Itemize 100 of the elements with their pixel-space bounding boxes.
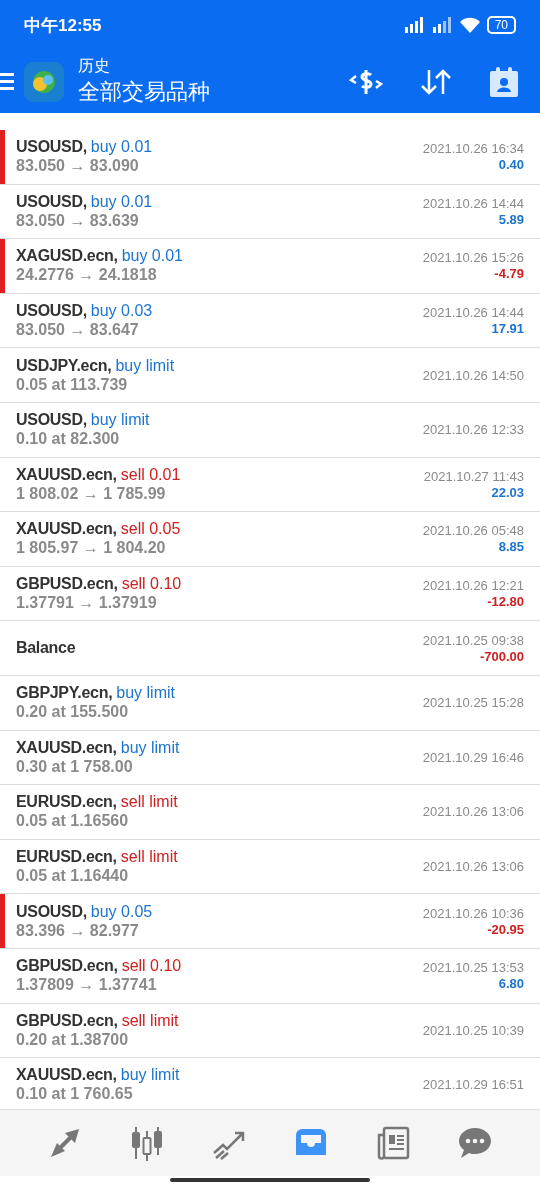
menu-icon[interactable]	[0, 70, 14, 93]
order-row[interactable]: USOUSD, buy 0.01 83.050 → 83.090 2021.10.26 16:34 0.40	[0, 130, 540, 185]
order-date: 2021.10.29 16:46	[422, 749, 524, 765]
order-row[interactable]: USOUSD, buy 0.05 83.396 → 82.977 2021.10.26 10:36 -20.95	[0, 894, 540, 949]
order-date: 2021.10.26 13:06	[422, 859, 524, 874]
chat-icon[interactable]	[457, 1125, 493, 1161]
symbol-label: GBPJPY.ecn,	[16, 684, 113, 703]
price-detail: 0.05 at 1.16440	[16, 867, 130, 885]
order-row[interactable]: GBPUSD.ecn, sell 0.10 1.37791 → 1.37919 2021.10.26 12:21 -12.80	[0, 566, 540, 622]
order-row[interactable]: XAUUSD.ecn, sell 0.01 1 808.02 → 1 785.99 2021.10.27 11:43 22.03	[0, 457, 540, 513]
order-row[interactable]: GBPUSD.ecn, sell 0.10 1.37809 → 1.37741 2021.10.25 13:53 6.80	[0, 948, 540, 1004]
order-date: 2021.10.26 05:48	[422, 523, 524, 539]
order-date: 2021.10.26 15:26	[422, 250, 524, 266]
order-row[interactable]: EURUSD.ecn, sell limit 0.05 at 1.16440 2021.10.26 13:06	[0, 839, 540, 895]
order-row[interactable]: XAUUSD.ecn, sell 0.05 1 805.97 → 1 804.20 2021.10.26 05:48 8.85	[0, 512, 540, 567]
order-row[interactable]: USDJPY.ecn, buy limit 0.05 at 113.739 2021.10.26 14:50	[0, 348, 540, 403]
price-detail: 83.050 → 83.647	[16, 321, 140, 340]
order-row[interactable]: USOUSD, buy 0.03 83.050 → 83.647 2021.10.26 14:44 17.91	[0, 293, 540, 349]
calendar-person-icon[interactable]	[488, 65, 520, 98]
order-date: 2021.10.25 10:39	[422, 1022, 524, 1038]
order-type: buy limit	[115, 356, 175, 375]
price-detail: 0.05 at 1.16560	[16, 812, 130, 831]
order-type: buy 0.05	[90, 902, 153, 921]
order-date: 2021.10.26 14:44	[422, 305, 524, 321]
symbol-label: Balance	[16, 639, 76, 658]
price-detail: 1.37791 → 1.37919	[16, 594, 158, 613]
order-row[interactable]: USOUSD, buy limit 0.10 at 82.300 2021.10.26 12:33	[0, 402, 540, 458]
order-type: sell limit	[120, 793, 178, 812]
symbol-label: EURUSD.ecn,	[16, 848, 117, 866]
price-detail: 1 805.97 → 1 804.20	[16, 539, 167, 558]
order-date: 2021.10.26 13:06	[422, 804, 524, 820]
order-type: buy limit	[116, 684, 175, 703]
app-logo-icon	[24, 61, 64, 102]
order-type: sell 0.10	[121, 957, 182, 976]
wifi-icon	[458, 17, 481, 33]
order-date: 2021.10.26 14:44	[422, 195, 524, 211]
order-date: 2021.10.25 15:28	[422, 695, 524, 711]
order-row[interactable]: EURUSD.ecn, sell limit 0.05 at 1.16560 2021.10.26 13:06	[0, 785, 540, 840]
symbol-label: XAGUSD.ecn,	[16, 247, 118, 266]
price-detail: 83.396 → 82.977	[16, 921, 140, 940]
profit-value: -20.95	[487, 921, 524, 937]
price-detail: 1 808.02 → 1 785.99	[16, 484, 167, 503]
order-row[interactable]: XAUUSD.ecn, buy limit 0.30 at 1 758.00 2021.10.29 16:46	[0, 730, 540, 786]
order-type: sell 0.05	[120, 520, 181, 539]
order-type: sell 0.01	[120, 465, 181, 484]
signal-icon	[402, 17, 425, 33]
signal-icon	[430, 17, 453, 33]
profit-value: 5.89	[498, 211, 524, 227]
battery-icon: 70	[486, 16, 516, 34]
order-date: 2021.10.27 11:43	[423, 468, 524, 484]
screen-subtitle: 历史	[78, 56, 111, 76]
price-detail: 0.10 at 1 760.65	[16, 1085, 134, 1104]
profit-value: 6.80	[498, 976, 524, 992]
symbol-label: USDJPY.ecn,	[16, 356, 112, 375]
candlestick-icon[interactable]	[129, 1125, 165, 1161]
order-row[interactable]: USOUSD, buy 0.01 83.050 → 83.639 2021.10.26 14:44 5.89	[0, 184, 540, 240]
symbol-label: USOUSD,	[16, 302, 87, 321]
order-date: 2021.10.26 14:50	[422, 367, 524, 383]
order-date: 2021.10.26 12:21	[422, 578, 524, 594]
order-type: buy 0.01	[90, 138, 153, 157]
order-type: sell limit	[121, 1011, 179, 1030]
order-date: 2021.10.25 09:38	[422, 632, 524, 648]
order-type: sell limit	[120, 848, 178, 866]
symbol-label: USOUSD,	[16, 192, 87, 211]
newspaper-icon[interactable]	[375, 1125, 411, 1161]
symbol-label: USOUSD,	[16, 411, 87, 430]
price-detail: 83.050 → 83.090	[16, 157, 140, 176]
order-type: buy limit	[120, 738, 180, 757]
profit-value: -4.79	[494, 266, 524, 282]
price-detail: 0.10 at 82.300	[16, 430, 121, 449]
symbol-label: XAUUSD.ecn,	[16, 738, 117, 757]
price-detail: 0.05 at 113.739	[16, 375, 129, 394]
status-time: 中午12:55	[24, 14, 102, 37]
symbol-label: USOUSD,	[16, 138, 87, 157]
order-date: 2021.10.26 10:36	[422, 905, 524, 921]
order-date: 2021.10.29 16:51	[422, 1077, 524, 1093]
symbol-label: USOUSD,	[16, 902, 87, 921]
order-type: buy 0.01	[90, 192, 153, 211]
symbol-label: GBPUSD.ecn,	[16, 957, 118, 976]
order-row[interactable]: Balance 2021.10.25 09:38 -700.00	[0, 621, 540, 676]
symbol-label: XAUUSD.ecn,	[16, 465, 117, 484]
screen-title: 全部交易品种	[78, 78, 211, 106]
order-date: 2021.10.26 16:34	[422, 141, 524, 157]
price-detail: 24.2776 → 24.1818	[16, 266, 158, 285]
price-detail: 1.37809 → 1.37741	[16, 976, 158, 995]
profit-value: 17.91	[491, 321, 524, 337]
profit-value: -700.00	[479, 648, 524, 664]
price-detail: 83.050 → 83.639	[16, 211, 140, 230]
order-date: 2021.10.25 13:53	[422, 960, 524, 976]
symbol-label: XAUUSD.ecn,	[16, 520, 117, 539]
price-detail: 0.30 at 1 758.00	[16, 757, 134, 776]
symbol-label: EURUSD.ecn,	[16, 793, 117, 812]
order-type: buy 0.03	[90, 302, 153, 321]
price-detail: 0.20 at 1.38700	[16, 1030, 130, 1049]
profit-value: 0.40	[498, 157, 524, 173]
symbol-label: GBPUSD.ecn,	[16, 1011, 118, 1030]
order-row[interactable]: GBPUSD.ecn, sell limit 0.20 at 1.38700 2021.10.25 10:39	[0, 1003, 540, 1059]
profit-value: 22.03	[491, 484, 524, 500]
order-row[interactable]: XAGUSD.ecn, buy 0.01 24.2776 → 24.1818 2021.10.26 15:26 -4.79	[0, 239, 540, 294]
order-row[interactable]: GBPJPY.ecn, buy limit 0.20 at 155.500 2021.10.25 15:28	[0, 675, 540, 731]
